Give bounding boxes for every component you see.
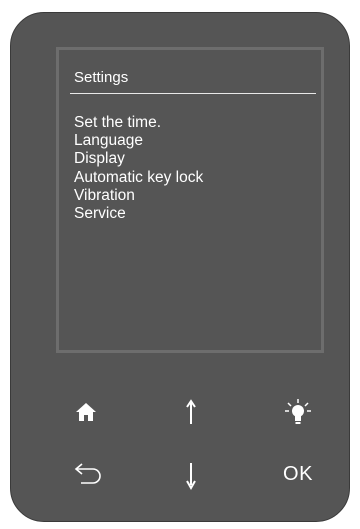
back-arrow-icon [74,463,101,484]
light-bulb-icon [285,399,311,424]
ok-label: OK [283,462,313,485]
menu-item-automatic-key-lock[interactable]: Automatic key lock [74,169,203,187]
home-icon [76,403,96,421]
menu-item-display[interactable]: Display [74,150,203,168]
arrow-up-icon [186,399,196,424]
light-button[interactable] [276,395,320,429]
screen-title: Settings [74,69,129,86]
device-panel: Settings Set the time. Language Display … [10,12,350,522]
menu-item-set-time[interactable]: Set the time. [74,114,203,132]
up-button[interactable] [169,395,213,429]
ok-button[interactable]: OK [276,457,320,491]
menu-item-vibration[interactable]: Vibration [74,187,203,205]
menu-item-language[interactable]: Language [74,132,203,150]
arrow-down-icon [186,463,196,490]
menu-item-service[interactable]: Service [74,205,203,223]
down-button[interactable] [169,459,213,493]
display-screen: Settings Set the time. Language Display … [56,47,324,353]
back-button[interactable] [64,457,108,491]
title-divider [70,93,316,94]
settings-menu: Set the time. Language Display Automatic… [74,114,203,223]
home-button[interactable] [64,395,108,429]
